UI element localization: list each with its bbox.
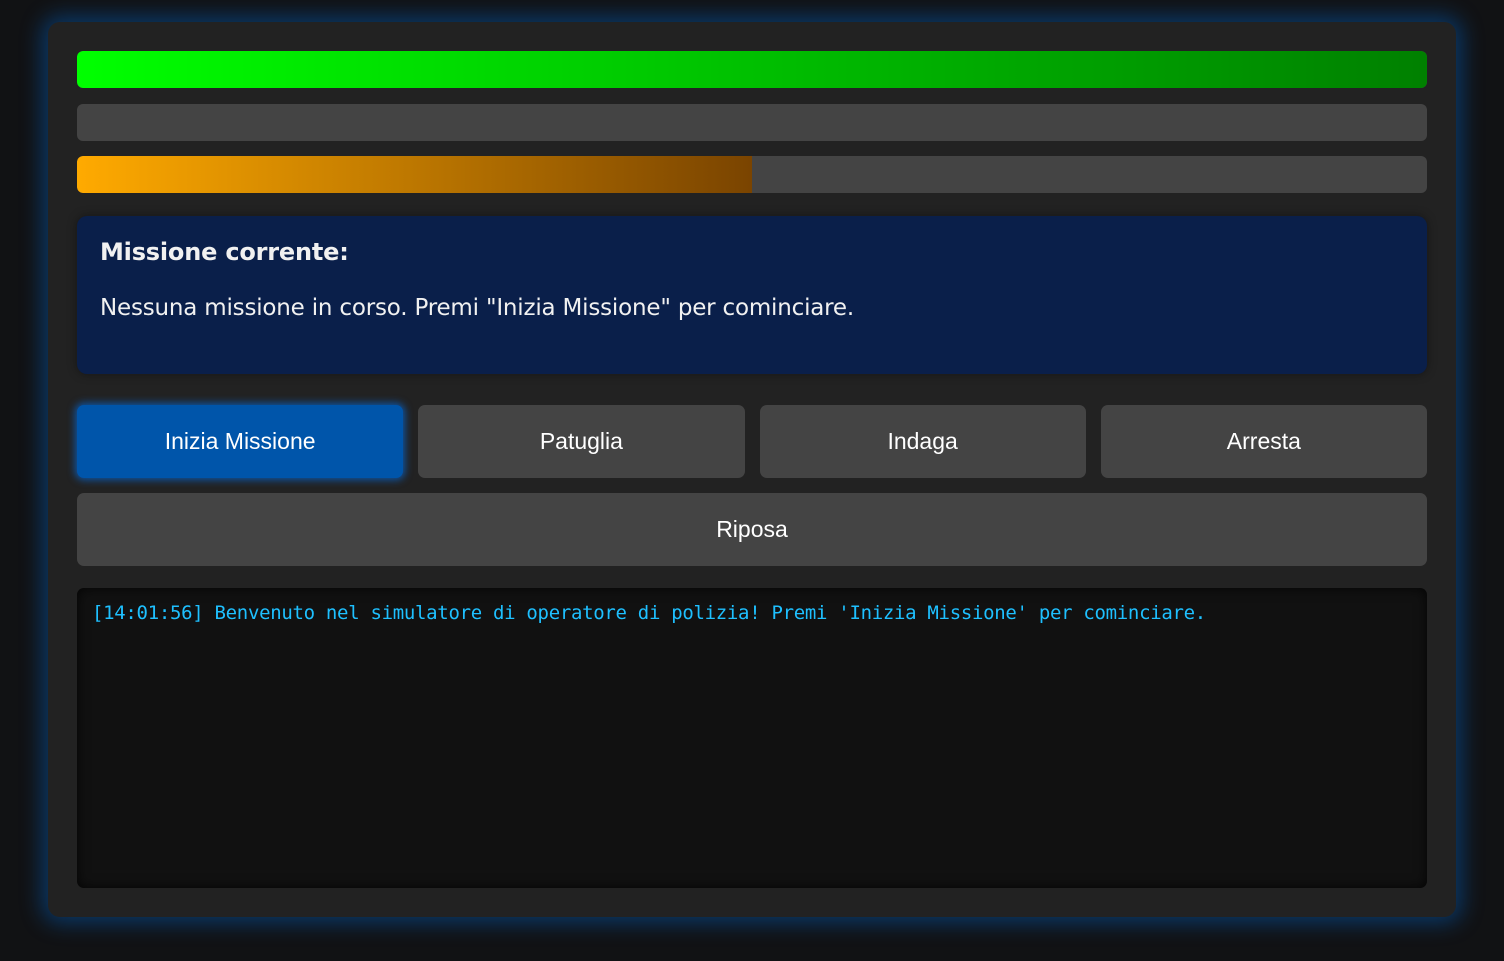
energy-bar — [77, 104, 1427, 141]
rest-button[interactable]: Riposa — [77, 493, 1427, 566]
mission-title: Missione corrente: — [100, 238, 349, 266]
arrest-button[interactable]: Arresta — [1100, 405, 1427, 478]
patrol-button[interactable]: Patuglia — [418, 405, 745, 478]
experience-bar-fill — [77, 156, 752, 193]
mission-text: Nessuna missione in corso. Premi "Inizia… — [100, 295, 854, 321]
investigate-button[interactable]: Indaga — [759, 405, 1086, 478]
health-bar — [77, 51, 1427, 88]
game-frame: Missione corrente: Nessuna missione in c… — [48, 22, 1456, 917]
action-buttons: Inizia Missione Patuglia Indaga Arresta — [77, 405, 1427, 478]
mission-panel: Missione corrente: Nessuna missione in c… — [77, 216, 1427, 374]
event-log[interactable]: [14:01:56] Benvenuto nel simulatore di o… — [77, 588, 1427, 888]
start-mission-button[interactable]: Inizia Missione — [77, 405, 404, 478]
log-entry: [14:01:56] Benvenuto nel simulatore di o… — [92, 602, 1206, 624]
experience-bar — [77, 156, 1427, 193]
health-bar-fill — [77, 51, 1427, 88]
